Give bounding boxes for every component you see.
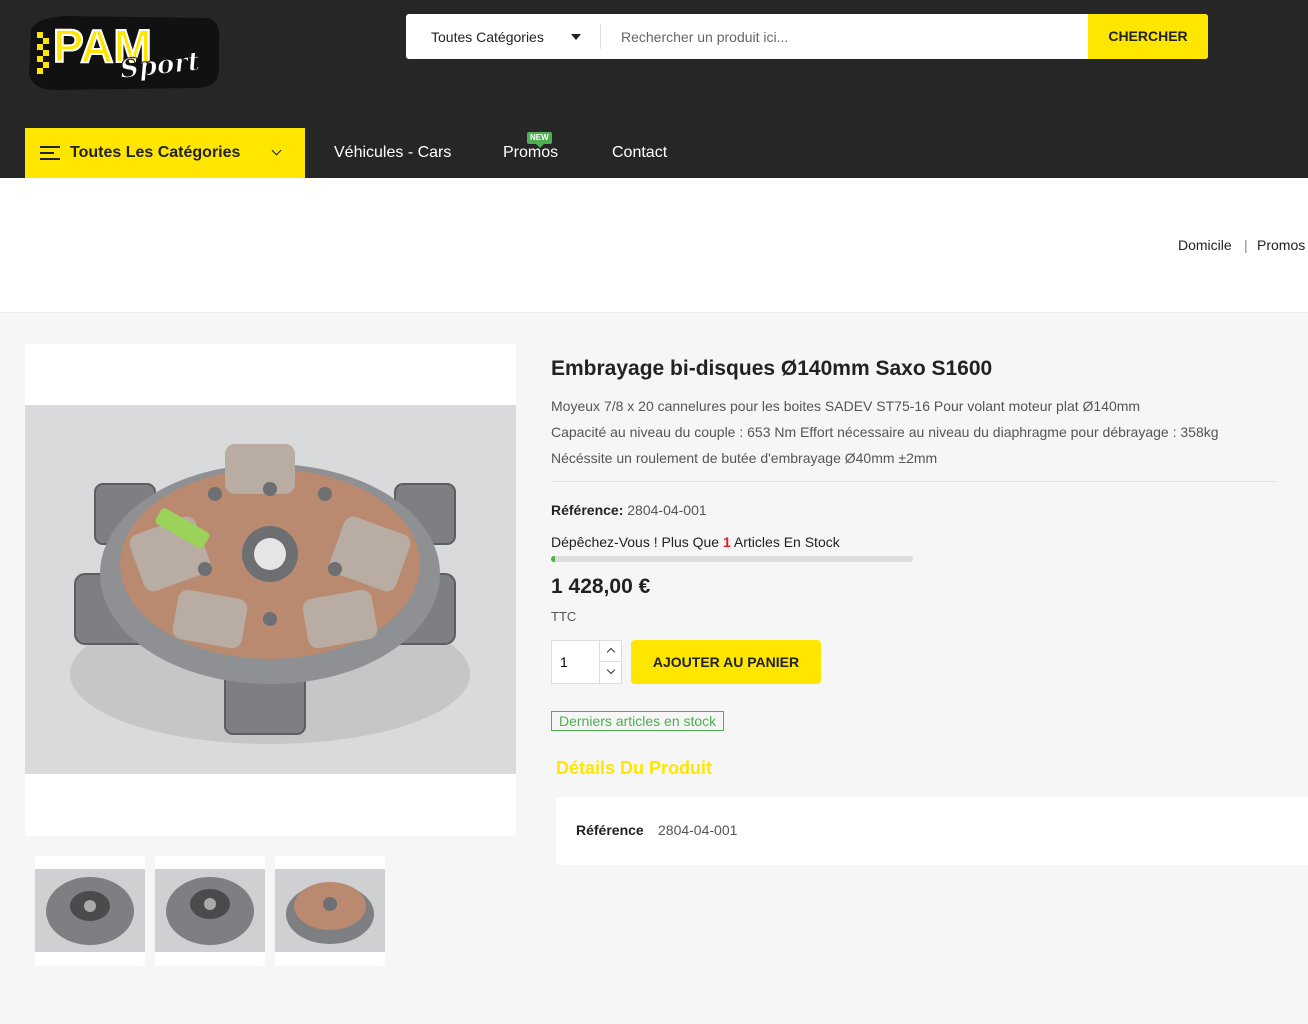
nav-item-contact[interactable]: Contact bbox=[612, 128, 667, 178]
stock-progress-bar bbox=[551, 556, 913, 562]
search-bar: Toutes Catégories CHERCHER bbox=[406, 14, 1208, 59]
search-divider bbox=[600, 24, 601, 49]
product-price: 1 428,00 € bbox=[551, 575, 651, 598]
stock-prefix: Dépêchez-Vous ! Plus Que bbox=[551, 534, 720, 550]
all-categories-label: Toutes Les Catégories bbox=[70, 144, 241, 161]
add-to-cart-button[interactable]: AJOUTER AU PANIER bbox=[631, 640, 821, 684]
chevron-down-icon bbox=[271, 145, 282, 156]
all-categories-button[interactable]: Toutes Les Catégories bbox=[25, 128, 305, 178]
search-category-select[interactable]: Toutes Catégories bbox=[431, 14, 544, 59]
quantity-decrease-button[interactable] bbox=[599, 662, 622, 683]
breadcrumb-separator: | bbox=[1244, 237, 1248, 253]
breadcrumb-promos[interactable]: Promos bbox=[1257, 237, 1305, 253]
product-reference: Référence: 2804-04-001 bbox=[551, 502, 707, 518]
product-details-title[interactable]: Détails Du Produit bbox=[556, 758, 712, 779]
details-key: Référence bbox=[576, 822, 644, 838]
divider bbox=[551, 481, 1276, 482]
pam-sport-logo[interactable]: PAM Sport bbox=[25, 12, 221, 92]
product-thumbnail[interactable] bbox=[155, 856, 265, 966]
nav-item-promos[interactable]: Promos bbox=[503, 128, 558, 178]
search-button[interactable]: CHERCHER bbox=[1088, 14, 1208, 59]
stock-suffix: Articles En Stock bbox=[733, 534, 840, 550]
product-title: Embrayage bi-disques Ø140mm Saxo S1600 bbox=[551, 357, 993, 380]
site-header: PAM Sport Toutes Catégories CHERCHER Tou… bbox=[0, 0, 1308, 178]
product-description-line: Moyeux 7/8 x 20 cannelures pour les boit… bbox=[551, 398, 1141, 414]
product-details-panel: Référence 2804-04-001 bbox=[556, 797, 1308, 865]
quantity-input[interactable] bbox=[552, 641, 599, 683]
caret-down-icon[interactable] bbox=[571, 34, 581, 40]
availability-badge: Derniers articles en stock bbox=[551, 711, 725, 731]
breadcrumb-bar bbox=[0, 178, 1308, 313]
reference-value: 2804-04-001 bbox=[627, 502, 707, 518]
menu-icon bbox=[40, 146, 60, 160]
chevron-up-icon bbox=[606, 647, 616, 657]
breadcrumb-home[interactable]: Domicile bbox=[1178, 237, 1232, 253]
product-thumbnail[interactable] bbox=[35, 856, 145, 966]
nav-item-vehicules[interactable]: Véhicules - Cars bbox=[334, 128, 451, 178]
product-description-line: Capacité au niveau du couple : 653 Nm Ef… bbox=[551, 424, 1219, 440]
stock-progress-fill bbox=[551, 556, 555, 562]
tax-label: TTC bbox=[551, 609, 577, 624]
product-description-line: Nécéssite un roulement de butée d'embray… bbox=[551, 450, 938, 466]
reference-label: Référence: bbox=[551, 502, 624, 518]
details-value: 2804-04-001 bbox=[658, 822, 738, 838]
stock-message: Dépêchez-Vous ! Plus Que 1 Articles En S… bbox=[551, 534, 840, 550]
product-main-image[interactable] bbox=[25, 344, 516, 836]
chevron-down-icon bbox=[606, 665, 616, 675]
product-thumbnail[interactable] bbox=[275, 856, 385, 966]
stock-count: 1 bbox=[723, 534, 731, 550]
quantity-stepper bbox=[551, 640, 622, 684]
search-input[interactable] bbox=[611, 14, 1081, 59]
quantity-increase-button[interactable] bbox=[599, 641, 622, 662]
